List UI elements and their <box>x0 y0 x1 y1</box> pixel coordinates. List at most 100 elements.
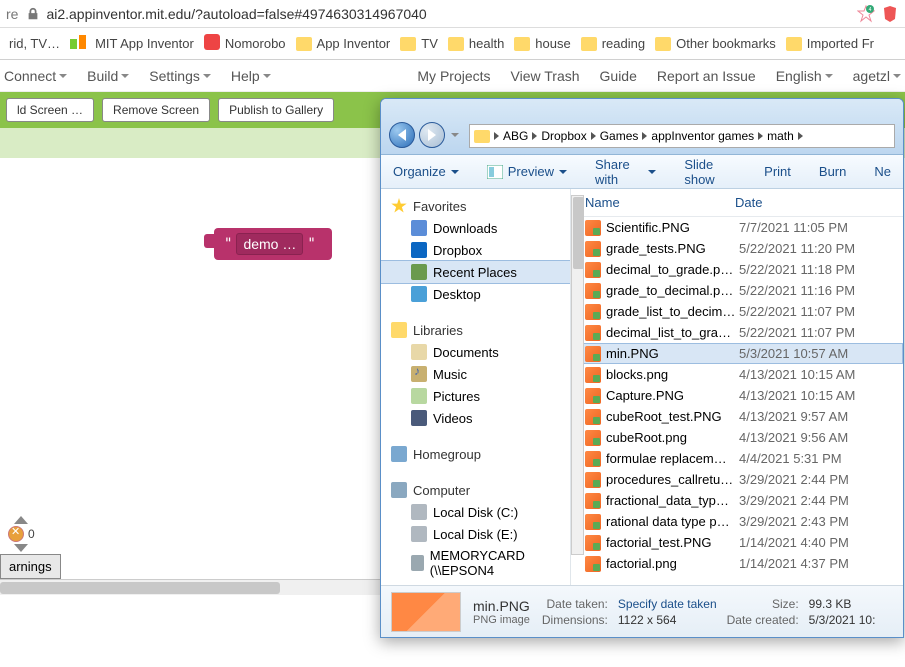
menu-connect[interactable]: Connect <box>4 68 67 84</box>
menu-view-trash[interactable]: View Trash <box>511 68 580 84</box>
file-row[interactable]: grade_tests.PNG5/22/2021 11:20 PM <box>575 238 903 259</box>
menu-report-an-issue[interactable]: Report an Issue <box>657 68 756 84</box>
file-row[interactable]: cubeRoot_test.PNG4/13/2021 9:57 AM <box>575 406 903 427</box>
nav-section-homegroup[interactable]: Homegroup <box>381 443 570 465</box>
breadcrumb-segment[interactable]: Games <box>600 129 639 143</box>
text-block[interactable]: " demo … " <box>214 228 332 260</box>
nav-section-favorites[interactable]: Favorites <box>381 195 570 217</box>
file-explorer-window: ABG Dropbox Games appInventor games math Org… <box>380 98 904 638</box>
nav-item[interactable]: Dropbox <box>381 239 570 261</box>
file-row[interactable]: procedures_callretu…3/29/2021 2:44 PM <box>575 469 903 490</box>
nav-back-button[interactable] <box>389 122 415 148</box>
bookmark-item[interactable]: App Inventor <box>296 36 391 51</box>
menu-agetzl[interactable]: agetzl <box>853 68 901 84</box>
toolbar-button[interactable]: Publish to Gallery <box>218 98 334 122</box>
file-name: grade_to_decimal.p… <box>606 283 739 298</box>
file-row[interactable]: formulae replacem…4/4/2021 5:31 PM <box>575 448 903 469</box>
nav-item[interactable]: Documents <box>381 341 570 363</box>
chevron-right-icon[interactable] <box>532 132 537 140</box>
nav-item[interactable]: Videos <box>381 407 570 429</box>
pane-splitter[interactable] <box>571 189 575 585</box>
menu-settings[interactable]: Settings <box>149 68 211 84</box>
file-date: 1/14/2021 4:40 PM <box>739 535 893 550</box>
warnings-button[interactable]: arnings <box>0 554 61 579</box>
file-row[interactable]: factorial.png1/14/2021 4:37 PM <box>575 553 903 574</box>
file-row[interactable]: decimal_to_grade.p…5/22/2021 11:18 PM <box>575 259 903 280</box>
nav-section-computer[interactable]: Computer <box>381 479 570 501</box>
bookmark-item[interactable]: MIT App Inventor <box>70 35 194 52</box>
error-indicator-icon[interactable] <box>8 526 24 542</box>
file-row[interactable]: Capture.PNG4/13/2021 10:15 AM <box>575 385 903 406</box>
triangle-up-icon[interactable] <box>14 516 28 524</box>
explorer-titlebar[interactable]: ABG Dropbox Games appInventor games math <box>381 99 903 155</box>
column-headers[interactable]: Name Date <box>575 189 903 217</box>
image-file-icon <box>585 262 601 278</box>
url-text[interactable]: ai2.appinventor.mit.edu/?autoload=false#… <box>46 6 857 22</box>
menu-english[interactable]: English <box>776 68 833 84</box>
nav-forward-button[interactable] <box>419 122 445 148</box>
menu-guide[interactable]: Guide <box>600 68 637 84</box>
nav-history-dropdown[interactable] <box>449 122 461 148</box>
breadcrumb-segment[interactable]: Dropbox <box>541 129 586 143</box>
menu-my-projects[interactable]: My Projects <box>417 68 490 84</box>
bookmark-item[interactable]: Imported Fr <box>786 36 874 51</box>
print-button[interactable]: Print <box>764 164 791 179</box>
file-row[interactable]: min.PNG5/3/2021 10:57 AM <box>575 343 903 364</box>
scroll-thumb[interactable] <box>0 582 280 594</box>
share-menu[interactable]: Share with <box>595 157 656 187</box>
nav-item[interactable]: Pictures <box>381 385 570 407</box>
horizontal-scrollbar[interactable] <box>0 579 385 595</box>
nav-item[interactable]: Recent Places <box>381 260 571 284</box>
address-breadcrumb[interactable]: ABG Dropbox Games appInventor games math <box>469 124 895 148</box>
bookmark-item[interactable]: Other bookmarks <box>655 36 776 51</box>
chevron-right-icon[interactable] <box>642 132 647 140</box>
file-row[interactable]: cubeRoot.png4/13/2021 9:56 AM <box>575 427 903 448</box>
breadcrumb-segment[interactable]: appInventor games <box>651 129 754 143</box>
details-created-value: 5/3/2021 10: <box>809 613 876 627</box>
file-row[interactable]: fractional_data_typ…3/29/2021 2:44 PM <box>575 490 903 511</box>
preview-menu[interactable]: Preview <box>487 164 567 179</box>
file-row[interactable]: blocks.png4/13/2021 10:15 AM <box>575 364 903 385</box>
new-folder-button[interactable]: Ne <box>874 164 891 179</box>
file-row[interactable]: grade_to_decimal.p…5/22/2021 11:16 PM <box>575 280 903 301</box>
chevron-right-icon[interactable] <box>591 132 596 140</box>
file-row[interactable]: grade_list_to_decim…5/22/2021 11:07 PM <box>575 301 903 322</box>
nav-item[interactable]: Downloads <box>381 217 570 239</box>
nav-item[interactable]: Local Disk (C:) <box>381 501 570 523</box>
nomo-icon <box>204 34 220 53</box>
triangle-down-icon[interactable] <box>14 544 28 552</box>
organize-menu[interactable]: Organize <box>393 164 459 179</box>
extension-brave-icon[interactable] <box>881 5 899 23</box>
menu-build[interactable]: Build <box>87 68 129 84</box>
chevron-right-icon[interactable] <box>758 132 763 140</box>
file-row[interactable]: Scientific.PNG7/7/2021 11:05 PM <box>575 217 903 238</box>
block-text[interactable]: demo … <box>236 233 303 255</box>
file-row[interactable]: rational data type p…3/29/2021 2:43 PM <box>575 511 903 532</box>
nav-item[interactable]: Desktop <box>381 283 570 305</box>
nav-item[interactable]: Local Disk (E:) <box>381 523 570 545</box>
file-row[interactable]: decimal_list_to_gra…5/22/2021 11:07 PM <box>575 322 903 343</box>
burn-button[interactable]: Burn <box>819 164 846 179</box>
breadcrumb-segment[interactable]: math <box>767 129 794 143</box>
details-datetaken-value[interactable]: Specify date taken <box>618 597 717 611</box>
column-date[interactable]: Date <box>735 195 893 210</box>
bookmark-item[interactable]: reading <box>581 36 645 51</box>
bookmark-item[interactable]: Nomorobo <box>204 34 286 53</box>
slideshow-button[interactable]: Slide show <box>684 157 736 187</box>
nav-item[interactable]: Music <box>381 363 570 385</box>
file-row[interactable]: factorial_test.PNG1/14/2021 4:40 PM <box>575 532 903 553</box>
extension-badge-icon[interactable]: 4 <box>857 5 875 23</box>
nav-scroll-thumb[interactable] <box>573 197 584 269</box>
breadcrumb-segment[interactable]: ABG <box>503 129 528 143</box>
bookmark-item[interactable]: house <box>514 36 570 51</box>
chevron-right-icon[interactable] <box>798 132 803 140</box>
toolbar-button[interactable]: ld Screen … <box>6 98 94 122</box>
bookmark-item[interactable]: rid, TV… <box>4 36 60 51</box>
toolbar-button[interactable]: Remove Screen <box>102 98 210 122</box>
bookmark-item[interactable]: health <box>448 36 504 51</box>
menu-help[interactable]: Help <box>231 68 271 84</box>
column-name[interactable]: Name <box>585 195 725 210</box>
bookmark-item[interactable]: TV <box>400 36 438 51</box>
nav-section-libraries[interactable]: Libraries <box>381 319 570 341</box>
nav-item[interactable]: MEMORYCARD (\\EPSON4 <box>381 545 570 581</box>
